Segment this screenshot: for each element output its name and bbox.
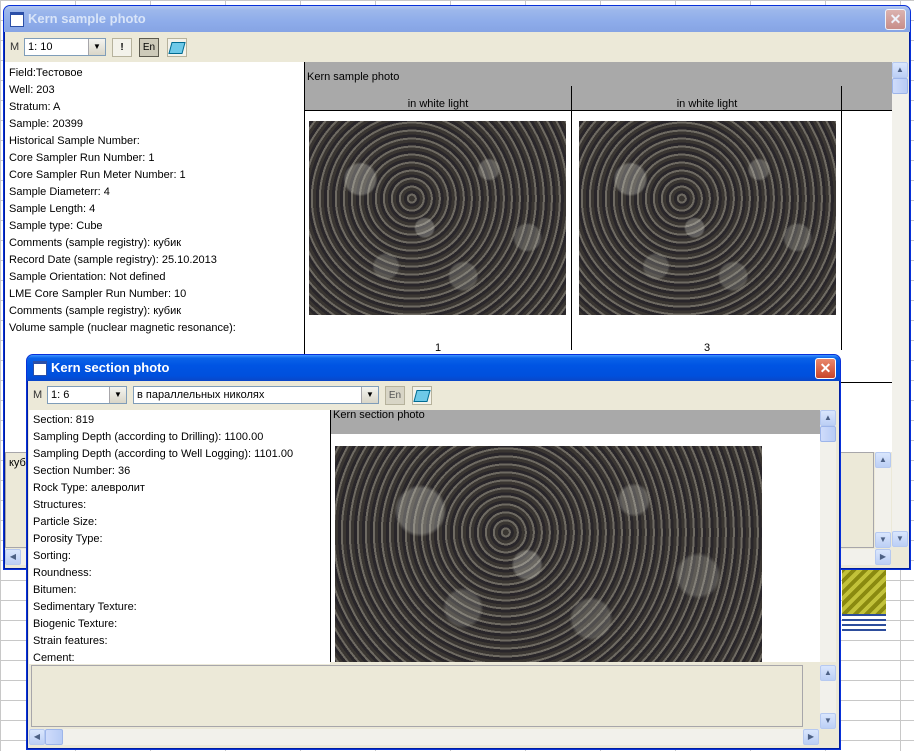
sample-book-button[interactable] <box>167 38 187 57</box>
section-comment-box[interactable] <box>31 665 803 727</box>
photo-number: 1 <box>434 342 442 354</box>
section-photo-panel-title: Kern section photo <box>333 410 425 421</box>
section-window-titlebar[interactable]: Kern section photo ✕ <box>27 355 840 381</box>
info-line: Sampling Depth (according to Well Loggin… <box>33 448 294 460</box>
column-header: in white light <box>407 98 469 110</box>
scroll-down-icon[interactable]: ▼ <box>892 531 908 547</box>
sample-vertical-scrollbar[interactable]: ▲ ▼ <box>892 62 908 547</box>
section-window-title: Kern section photo <box>51 360 170 375</box>
info-line: Sample Diameterr: 4 <box>9 186 110 198</box>
scroll-up-icon[interactable]: ▲ <box>875 452 891 468</box>
info-line: Comments (sample registry): кубик <box>9 305 182 317</box>
info-line: Strain features: <box>33 635 108 647</box>
marker-button[interactable]: ! <box>112 38 132 57</box>
info-line: Bitumen: <box>33 584 77 596</box>
info-line: Historical Sample Number: <box>9 135 140 147</box>
scroll-down-icon[interactable]: ▼ <box>875 532 891 548</box>
chevron-down-icon[interactable]: ▼ <box>361 387 378 403</box>
scroll-up-icon[interactable]: ▲ <box>820 410 836 426</box>
section-photo-panel: Kern section photo <box>330 410 821 662</box>
sample-window-title: Kern sample photo <box>28 11 146 26</box>
info-line: Sorting: <box>33 550 71 562</box>
chevron-down-icon[interactable]: ▼ <box>109 387 126 403</box>
comment-vertical-scrollbar[interactable]: ▲ ▼ <box>875 452 891 548</box>
section-scale-select[interactable]: 1: 6 ▼ <box>47 386 127 404</box>
section-scale-value: 1: 6 <box>51 389 70 401</box>
info-line: Porosity Type: <box>33 533 103 545</box>
sample-language-button[interactable]: En <box>139 38 159 57</box>
section-photo[interactable] <box>335 446 762 662</box>
window-icon <box>33 361 47 376</box>
scroll-thumb[interactable] <box>820 426 836 442</box>
info-line: Core Sampler Run Number: 1 <box>9 152 155 164</box>
info-line: Sedimentary Texture: <box>33 601 137 613</box>
info-line: Roundness: <box>33 567 92 579</box>
chevron-down-icon[interactable]: ▼ <box>88 39 105 55</box>
sample-photo-1[interactable] <box>309 121 566 315</box>
photo-number: 3 <box>703 342 711 354</box>
kern-section-photo-window[interactable]: Kern section photo ✕ M 1: 6 ▼ в параллел… <box>26 354 841 750</box>
section-info-panel: Section: 819 Sampling Depth (according to… <box>29 410 330 664</box>
scroll-thumb[interactable] <box>45 729 63 745</box>
scroll-left-icon[interactable]: ◀ <box>29 729 45 745</box>
info-line: Sample type: Cube <box>9 220 103 232</box>
sample-window-close-button[interactable]: ✕ <box>885 9 906 30</box>
window-icon <box>10 12 24 27</box>
header-underline <box>305 110 893 111</box>
info-line: Sampling Depth (according to Drilling): … <box>33 431 264 443</box>
info-line: Section: 819 <box>33 414 95 426</box>
info-line: Cement: <box>33 652 75 664</box>
section-window-toolbar: M 1: 6 ▼ в параллельных николях ▼ En <box>31 384 831 408</box>
info-line: Sample: 20399 <box>9 118 83 130</box>
scroll-down-icon[interactable]: ▼ <box>820 713 836 729</box>
info-line: Field:Тестовое <box>9 67 83 79</box>
light-mode-value: в параллельных николях <box>137 389 265 401</box>
info-line: Section Number: 36 <box>33 465 131 477</box>
sample-photo-panel-title: Kern sample photo <box>307 71 400 83</box>
section-horizontal-scrollbar[interactable]: ◀ ▶ <box>29 729 819 745</box>
scroll-thumb[interactable] <box>892 78 908 94</box>
scroll-right-icon[interactable]: ▶ <box>803 729 819 745</box>
info-line: Well: 203 <box>9 84 55 96</box>
book-icon <box>168 42 186 54</box>
section-photo-header-band: Kern section photo <box>331 410 821 434</box>
cell-divider <box>841 110 842 350</box>
section-vertical-scrollbar[interactable]: ▲ <box>820 410 836 662</box>
info-line: Core Sampler Run Meter Number: 1 <box>9 169 186 181</box>
sample-scale-select[interactable]: 1: 10 ▼ <box>24 38 106 56</box>
scale-m-label: M <box>33 389 43 401</box>
scroll-right-icon[interactable]: ▶ <box>875 549 891 565</box>
scroll-up-icon[interactable]: ▲ <box>892 62 908 78</box>
info-line: Record Date (sample registry): 25.10.201… <box>9 254 217 266</box>
light-mode-select[interactable]: в параллельных николях ▼ <box>133 386 379 404</box>
info-line: Sample Length: 4 <box>9 203 96 215</box>
sample-scale-value: 1: 10 <box>28 41 53 53</box>
info-line: Sample Orientation: Not defined <box>9 271 166 283</box>
info-line: Stratum: A <box>9 101 61 113</box>
cell-divider <box>571 110 572 350</box>
section-book-button[interactable] <box>412 386 432 405</box>
scroll-left-icon[interactable]: ◀ <box>5 549 21 565</box>
column-header: in white light <box>676 98 738 110</box>
info-line: LME Core Sampler Run Number: 10 <box>9 288 187 300</box>
sample-photo-3[interactable] <box>579 121 836 315</box>
section-comment-scrollbar[interactable]: ▲ ▼ <box>820 665 836 729</box>
section-language-button[interactable]: En <box>385 386 405 405</box>
book-icon <box>413 390 431 402</box>
info-line: Structures: <box>33 499 87 511</box>
section-info-list: Section: 819 Sampling Depth (according to… <box>29 412 330 664</box>
scroll-up-icon[interactable]: ▲ <box>820 665 836 681</box>
sample-info-list: Field:Тестовое Well: 203 Stratum: A Sample:… <box>5 65 304 337</box>
info-line: Comments (sample registry): кубик <box>9 237 182 249</box>
background-line-pattern <box>842 614 886 632</box>
info-line: Volume sample (nuclear magnetic resonanc… <box>9 322 236 334</box>
sample-window-titlebar[interactable]: Kern sample photo ✕ <box>4 6 910 32</box>
sample-comment-text: куб <box>9 457 26 469</box>
info-line: Rock Type: алевролит <box>33 482 145 494</box>
info-line: Biogenic Texture: <box>33 618 118 630</box>
info-line: Particle Size: <box>33 516 98 528</box>
section-window-close-button[interactable]: ✕ <box>815 358 836 379</box>
scale-m-label: M <box>10 41 20 53</box>
sample-window-toolbar: M 1: 10 ▼ ! En <box>8 36 898 60</box>
